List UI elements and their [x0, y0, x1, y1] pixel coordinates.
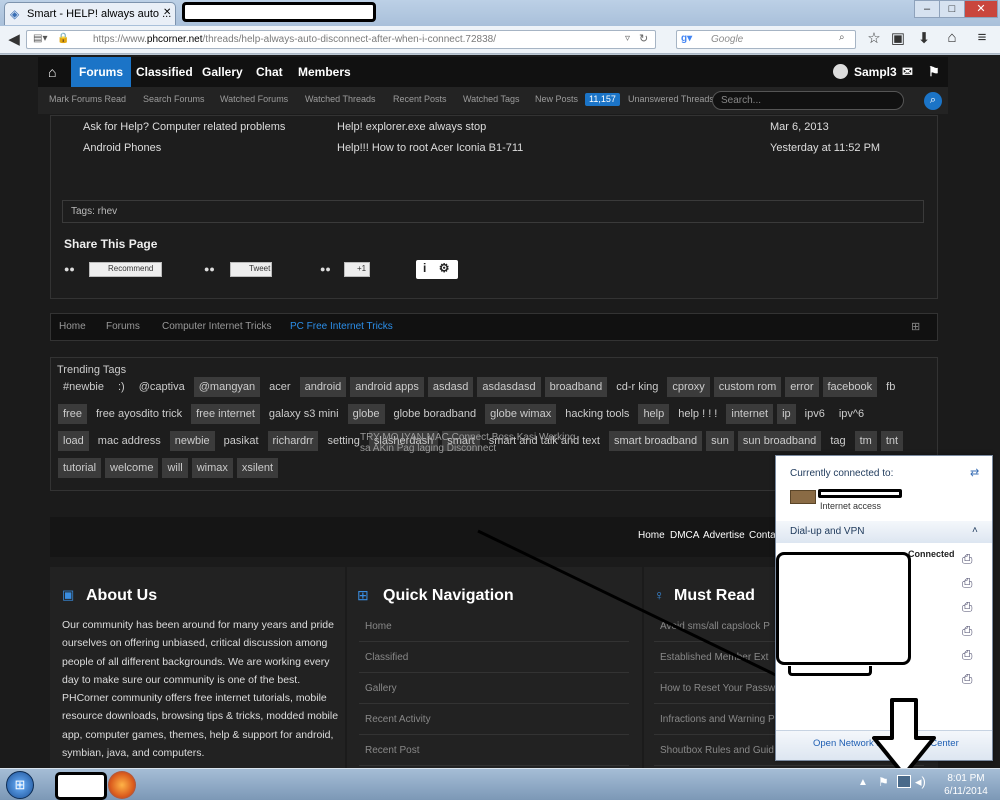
connected-status: Connected: [908, 549, 955, 559]
collapse-icon[interactable]: ˄: [972, 525, 978, 536]
refresh-icon[interactable]: ⇄: [970, 466, 979, 479]
down-arrow-icon: [872, 698, 936, 777]
redacted-fragment: [788, 666, 872, 676]
modem-icon[interactable]: ⎙: [962, 643, 980, 667]
action-center-flag-icon[interactable]: ⚑: [878, 775, 889, 789]
dialup-vpn-label: Dial-up and VPN: [790, 526, 865, 537]
redacted-connections: [776, 552, 911, 665]
modem-icon[interactable]: ⎙: [962, 571, 980, 595]
show-hidden-icons[interactable]: ▲: [858, 777, 868, 788]
connected-heading: Currently connected to:: [790, 468, 894, 479]
network-tray-icon[interactable]: [897, 775, 911, 788]
modem-icons[interactable]: ⎙ ⎙ ⎙ ⎙ ⎙ ⎙: [962, 547, 980, 707]
volume-icon[interactable]: ◂): [915, 774, 926, 790]
annotation-arrow: [872, 698, 936, 777]
network-bench-icon: [790, 490, 816, 504]
clock-time: 8:01 PM: [947, 773, 985, 784]
modem-icon[interactable]: ⎙: [962, 595, 980, 619]
taskbar: ⊞ ▲ ⚑ ◂) 8:01 PM 6/11/2014: [0, 768, 1000, 800]
redacted-network-name: [818, 489, 902, 498]
dialup-vpn-header[interactable]: Dial-up and VPN ˄: [776, 521, 992, 543]
modem-icon[interactable]: ⎙: [962, 619, 980, 643]
clock[interactable]: 8:01 PM 6/11/2014: [943, 772, 989, 798]
clock-date: 6/11/2014: [944, 786, 988, 797]
modem-icon[interactable]: ⎙: [962, 547, 980, 571]
internet-access-label: Internet access: [820, 501, 882, 511]
modem-icon[interactable]: ⎙: [962, 667, 980, 691]
start-button[interactable]: ⊞: [6, 771, 34, 799]
firefox-icon[interactable]: [108, 771, 136, 799]
redacted-taskbar-item[interactable]: [55, 772, 107, 800]
